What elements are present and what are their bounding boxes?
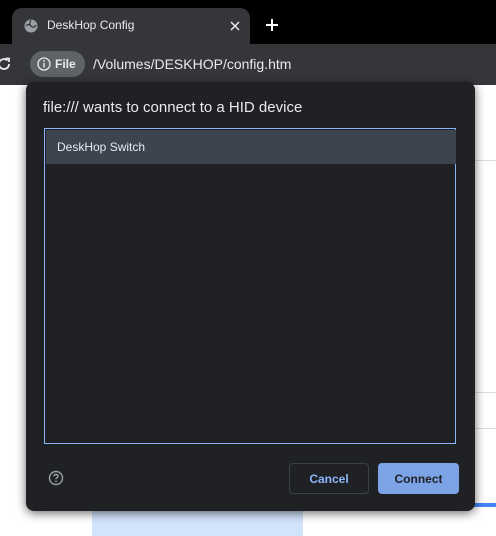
- hid-device-chooser-dialog: file:/// wants to connect to a HID devic…: [26, 82, 475, 511]
- page-divider: [472, 428, 496, 429]
- site-info-chip[interactable]: File: [30, 51, 85, 77]
- help-circle-icon[interactable]: [48, 470, 64, 486]
- page-divider: [472, 160, 496, 161]
- address-bar-url[interactable]: /Volumes/DESKHOP/config.htm: [93, 56, 291, 72]
- cancel-button[interactable]: Cancel: [289, 463, 369, 494]
- globe-icon: [24, 19, 38, 33]
- dialog-title: file:/// wants to connect to a HID devic…: [43, 99, 303, 116]
- page-divider: [472, 392, 496, 393]
- connect-button[interactable]: Connect: [378, 463, 459, 494]
- page-highlight-block: [92, 511, 303, 536]
- browser-tab[interactable]: DeskHop Config: [12, 8, 250, 44]
- info-icon: [37, 57, 51, 71]
- tab-strip: DeskHop Config: [0, 0, 496, 44]
- device-list-item[interactable]: DeskHop Switch: [46, 130, 456, 164]
- browser-toolbar: File /Volumes/DESKHOP/config.htm: [0, 44, 496, 85]
- new-tab-icon[interactable]: [264, 17, 280, 33]
- page-accent-bar: [472, 503, 496, 507]
- close-icon[interactable]: [228, 19, 242, 33]
- device-name: DeskHop Switch: [57, 140, 146, 154]
- tab-title: DeskHop Config: [47, 18, 135, 32]
- device-list[interactable]: DeskHop Switch: [44, 128, 456, 444]
- chip-label: File: [55, 57, 76, 71]
- reload-icon[interactable]: [0, 56, 12, 72]
